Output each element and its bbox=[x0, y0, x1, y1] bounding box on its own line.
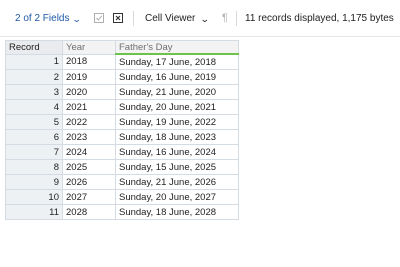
year-cell[interactable]: 2028 bbox=[62, 204, 116, 220]
table-row[interactable]: 4 2021 Sunday, 20 June, 2021 bbox=[5, 99, 239, 115]
record-cell[interactable]: 5 bbox=[5, 114, 63, 130]
fathers-day-cell[interactable]: Sunday, 20 June, 2027 bbox=[115, 189, 239, 205]
record-cell[interactable]: 4 bbox=[5, 99, 63, 115]
header-row: Record Year Father's Day bbox=[5, 40, 239, 55]
record-cell[interactable]: 7 bbox=[5, 144, 63, 160]
chevron-down-icon: ⌄ bbox=[200, 13, 211, 24]
fathers-day-cell[interactable]: Sunday, 20 June, 2021 bbox=[115, 99, 239, 115]
toolbar-separator bbox=[133, 11, 134, 26]
year-cell[interactable]: 2025 bbox=[62, 159, 116, 175]
table-row[interactable]: 2 2019 Sunday, 16 June, 2019 bbox=[5, 69, 239, 85]
fathers-day-cell[interactable]: Sunday, 21 June, 2020 bbox=[115, 84, 239, 100]
fathers-day-cell[interactable]: Sunday, 21 June, 2026 bbox=[115, 174, 239, 190]
table-row[interactable]: 5 2022 Sunday, 19 June, 2022 bbox=[5, 114, 239, 130]
cell-viewer-label: Cell Viewer bbox=[145, 13, 196, 24]
year-cell[interactable]: 2018 bbox=[62, 53, 116, 70]
column-header-year[interactable]: Year bbox=[62, 40, 116, 55]
year-cell[interactable]: 2020 bbox=[62, 84, 116, 100]
clear-icon[interactable] bbox=[113, 13, 123, 23]
year-cell[interactable]: 2019 bbox=[62, 69, 116, 85]
table-row[interactable]: 10 2027 Sunday, 20 June, 2027 bbox=[5, 189, 239, 205]
fathers-day-cell[interactable]: Sunday, 16 June, 2019 bbox=[115, 69, 239, 85]
record-cell[interactable]: 3 bbox=[5, 84, 63, 100]
record-cell[interactable]: 2 bbox=[5, 69, 63, 85]
toolbar-separator bbox=[236, 11, 237, 26]
chevron-down-icon: ⌄ bbox=[72, 13, 83, 24]
year-cell[interactable]: 2023 bbox=[62, 129, 116, 145]
pilcrow-icon[interactable]: ¶ bbox=[222, 12, 228, 24]
record-cell[interactable]: 8 bbox=[5, 159, 63, 175]
record-cell[interactable]: 6 bbox=[5, 129, 63, 145]
record-cell[interactable]: 11 bbox=[5, 204, 63, 220]
table-row[interactable]: 1 2018 Sunday, 17 June, 2018 bbox=[5, 53, 239, 70]
toolbar: 2 of 2 Fields ⌄ Cell Viewer ⌄ ¶ 11 recor… bbox=[0, 0, 400, 37]
record-cell[interactable]: 1 bbox=[5, 53, 63, 70]
table-row[interactable]: 11 2028 Sunday, 18 June, 2028 bbox=[5, 204, 239, 220]
record-cell[interactable]: 9 bbox=[5, 174, 63, 190]
record-cell[interactable]: 10 bbox=[5, 189, 63, 205]
fathers-day-cell[interactable]: Sunday, 17 June, 2018 bbox=[115, 53, 239, 70]
fields-dropdown-label: 2 of 2 Fields bbox=[15, 13, 70, 24]
table-row[interactable]: 7 2024 Sunday, 16 June, 2024 bbox=[5, 144, 239, 160]
records-status: 11 records displayed, 1,175 bytes bbox=[245, 13, 394, 24]
table-row[interactable]: 3 2020 Sunday, 21 June, 2020 bbox=[5, 84, 239, 100]
year-cell[interactable]: 2024 bbox=[62, 144, 116, 160]
fathers-day-cell[interactable]: Sunday, 19 June, 2022 bbox=[115, 114, 239, 130]
column-header-record[interactable]: Record bbox=[5, 40, 63, 55]
fathers-day-cell[interactable]: Sunday, 18 June, 2023 bbox=[115, 129, 239, 145]
fathers-day-cell[interactable]: Sunday, 16 June, 2024 bbox=[115, 144, 239, 160]
results-grid: Record Year Father's Day 1 2018 Sunday, 17… bbox=[5, 40, 239, 220]
results-table: Record Year Father's Day 1 2018 Sunday, 17… bbox=[5, 40, 239, 220]
year-cell[interactable]: 2026 bbox=[62, 174, 116, 190]
year-cell[interactable]: 2022 bbox=[62, 114, 116, 130]
year-cell[interactable]: 2027 bbox=[62, 189, 116, 205]
table-row[interactable]: 9 2026 Sunday, 21 June, 2026 bbox=[5, 174, 239, 190]
table-row[interactable]: 8 2025 Sunday, 15 June, 2025 bbox=[5, 159, 239, 175]
cell-viewer-dropdown[interactable]: Cell Viewer ⌄ bbox=[145, 13, 211, 24]
table-row[interactable]: 6 2023 Sunday, 18 June, 2023 bbox=[5, 129, 239, 145]
year-cell[interactable]: 2021 bbox=[62, 99, 116, 115]
checkbox-icon[interactable] bbox=[94, 13, 104, 23]
fields-dropdown[interactable]: 2 of 2 Fields ⌄ bbox=[15, 13, 83, 24]
fathers-day-cell[interactable]: Sunday, 18 June, 2028 bbox=[115, 204, 239, 220]
column-header-fathers-day[interactable]: Father's Day bbox=[115, 40, 239, 55]
fathers-day-cell[interactable]: Sunday, 15 June, 2025 bbox=[115, 159, 239, 175]
toolbar-divider bbox=[0, 36, 400, 37]
